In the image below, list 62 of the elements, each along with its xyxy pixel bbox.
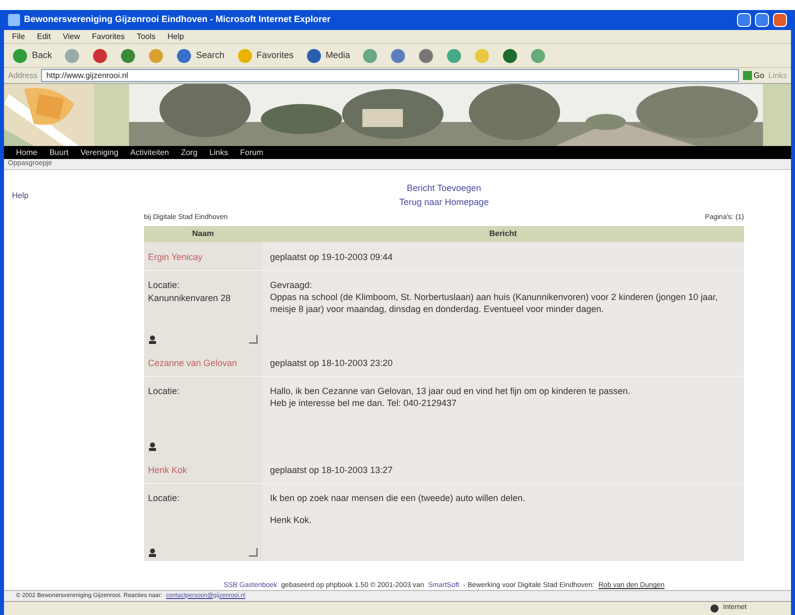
media-button[interactable]: Media [302, 48, 354, 64]
location-label: Locatie: [148, 492, 181, 504]
profile-icon[interactable] [148, 548, 157, 557]
nav-link[interactable]: Forum [240, 146, 264, 158]
nav-link[interactable]: Zorg [180, 146, 198, 158]
maximize-button[interactable] [755, 13, 769, 27]
toolbar-icon [236, 48, 253, 64]
help-link[interactable]: Help [12, 191, 28, 200]
address-field[interactable]: http://www.gijzenrooi.nl [41, 69, 739, 82]
menu-item[interactable]: Tools [136, 30, 156, 42]
toolbar-icon [530, 48, 546, 64]
toolbar-icon [92, 48, 108, 64]
menu-item[interactable]: Favorites [92, 30, 125, 42]
toolbar-icon [418, 48, 434, 64]
location-label: Locatie: [148, 278, 181, 292]
toolbar-icon [64, 48, 80, 64]
message-text: Gevraagd: [270, 278, 314, 290]
toolbar-icon [12, 48, 28, 64]
column-header: Bericht [262, 226, 744, 242]
message-text: Heb je interesse bel me dan. Tel: 040-2129437 [270, 397, 458, 409]
toolbar-icon [474, 48, 490, 64]
browser-icon [8, 14, 20, 26]
post-date: geplaatst op 18-10-2003 23:20 [270, 358, 393, 368]
toolbar-icon [362, 48, 378, 64]
go-button[interactable]: Go [742, 70, 764, 82]
toolbar-icon [306, 48, 322, 64]
menu-item[interactable]: Help [167, 30, 184, 42]
message-text: Henk Kok. [270, 514, 313, 526]
toolbar-icon [390, 48, 406, 64]
menu-item[interactable]: View [62, 30, 80, 42]
profile-icon[interactable] [148, 442, 157, 450]
toolbar-icon [446, 48, 462, 64]
nav-link[interactable]: Activiteiten [130, 146, 169, 158]
message-text: Hallo, ik ben Cezanne van Gelovan, 13 jaar oud en vind het fijn om op kinderen te passen. [270, 385, 632, 397]
back-button[interactable]: Back [8, 48, 56, 64]
action-link[interactable]: Terug naar Homepage [399, 196, 489, 209]
menu-item[interactable]: File [12, 30, 25, 42]
column-header: Naam [144, 226, 262, 242]
nav-link[interactable]: Home [16, 146, 38, 158]
window-title: Bewonersvereniging Gijzenrooi Eindhoven - Microsoft Internet Explorer [24, 13, 332, 26]
toolbar-icon [148, 48, 164, 64]
favorites-button[interactable]: Favorites [232, 48, 298, 64]
nav-link[interactable]: Buurt [49, 146, 68, 158]
nav-link[interactable]: Links [209, 146, 228, 158]
profile-icon[interactable] [148, 335, 157, 344]
location-label: Locatie: [148, 385, 181, 398]
close-button[interactable] [773, 13, 787, 27]
location-value: Kanunnikenvaren 28 [148, 292, 232, 305]
post-date: geplaatst op 18-10-2003 13:27 [270, 464, 393, 474]
address-label: Address [8, 70, 38, 82]
minimize-button[interactable] [737, 13, 751, 27]
resize-grip-icon [248, 547, 258, 557]
action-link[interactable]: Bericht Toevoegen [406, 182, 482, 196]
post-date: geplaatst op 19-10-2003 09:44 [270, 252, 393, 262]
resize-grip-icon [248, 334, 258, 344]
toolbar-icon [120, 48, 136, 64]
message-text: Oppas na school (de Klimboom, St. Norbertuslaan) aan huis (Kanunnikenvoren) voor 2 kinderen (jongen 10 jaar, meisje 8 jaar) voor maandag, dinsdag en donderdag. Eventueel voor minder dagen. [270, 290, 719, 314]
toolbar-icon [502, 48, 518, 64]
nav-link[interactable]: Vereniging [80, 146, 118, 158]
menu-item[interactable]: Edit [36, 30, 51, 42]
message-text: Ik ben op zoek naar mensen die een (tweede) auto willen delen. [270, 492, 526, 504]
search-button[interactable]: Search [172, 48, 229, 64]
